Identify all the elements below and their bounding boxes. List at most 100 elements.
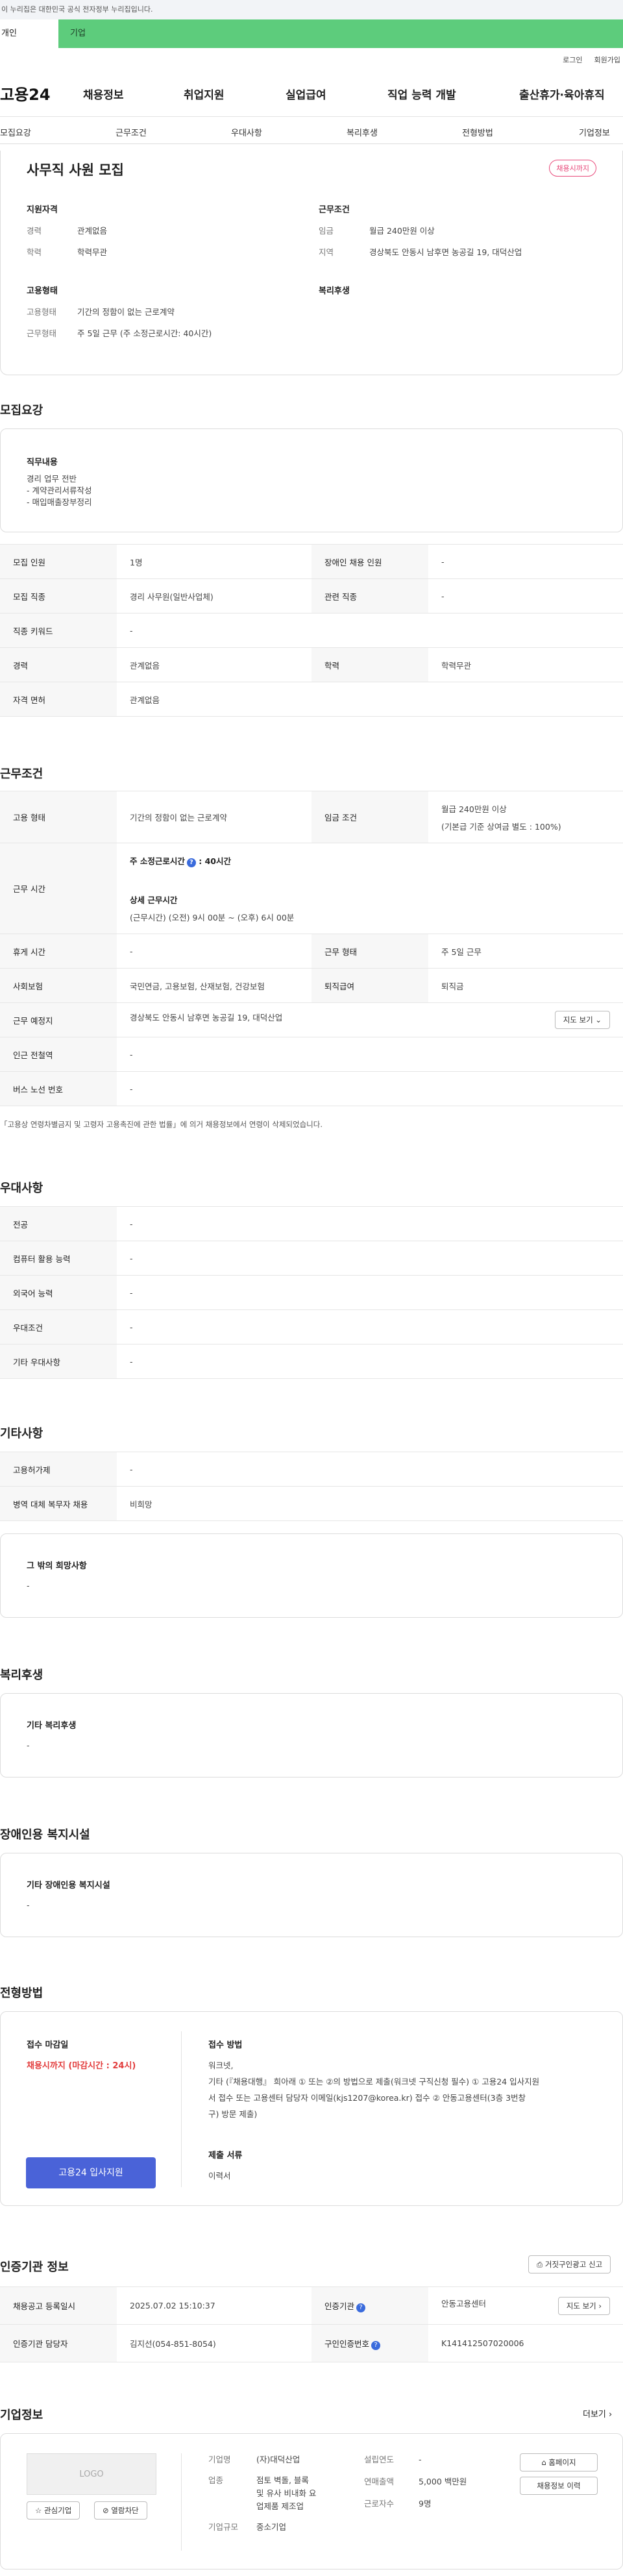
login-link[interactable]: 로그인	[563, 55, 582, 68]
more-link[interactable]: 더보기 ›	[583, 2407, 612, 2420]
wage-note: (기본급 기준 상여금 별도 : 100%)	[441, 821, 561, 832]
job-history-button[interactable]: 채용정보 이력	[520, 2477, 598, 2495]
work-conditions-heading: 근무조건	[319, 205, 350, 215]
anchor-selection[interactable]: 전형방법	[462, 126, 493, 138]
welfare-section-title: 복리후생	[0, 1668, 43, 1682]
pref-value: -	[117, 1275, 623, 1310]
question-icon[interactable]: ?	[186, 858, 196, 867]
mgr-value: 김지선(054-851-8054)	[117, 2324, 312, 2362]
block-view-button[interactable]: ⊘ 열람차단	[94, 2501, 147, 2520]
tab-company[interactable]: 기업	[58, 19, 623, 48]
anchor-conditions[interactable]: 근무조건	[116, 126, 147, 138]
insurance-key: 사회보험	[0, 968, 117, 1003]
nav-employment-support[interactable]: 취업지원	[184, 86, 225, 102]
related-value: -	[428, 578, 623, 613]
emp-value: 기간의 정함이 없는 근로계약	[117, 791, 312, 843]
keyword-value: -	[117, 613, 623, 648]
rest-value: -	[117, 934, 312, 969]
star-icon: ☆	[35, 2506, 42, 2515]
industry-line: 및 유사 비내화 요	[256, 2488, 317, 2498]
disab-value: -	[428, 544, 623, 579]
pref-key: 우대조건	[0, 1309, 117, 1344]
conditions-section-title: 근무조건	[0, 767, 43, 781]
disability-section-title: 장애인용 복지시설	[0, 1828, 90, 1842]
nav-parental-leave[interactable]: 출산휴가·육아휴직	[519, 86, 605, 102]
util-links: 로그인 회원가입	[0, 48, 623, 68]
recruit-section-title: 모집요강	[0, 404, 43, 417]
weekly-hours-value: : 40시간	[199, 856, 231, 866]
anchor-preference[interactable]: 우대사항	[231, 126, 262, 138]
welfare-box: 기타 복리후생 -	[0, 1693, 623, 1777]
top-tabs: 개인 기업	[0, 19, 623, 48]
company-section-title: 기업정보	[0, 2409, 43, 2422]
anchor-welfare[interactable]: 복리후생	[347, 126, 378, 138]
tab-individual[interactable]: 개인	[0, 19, 58, 48]
agency-map-button[interactable]: 지도 보기 ›	[557, 2296, 610, 2315]
company-box: LOGO ☆ 관심기업 ⊘ 열람차단 기업명 (자)대덕산업 업종 점토 벽돌, 블…	[0, 2433, 623, 2570]
preference-section-title: 우대사항	[0, 1182, 43, 1195]
signup-link[interactable]: 회원가입	[594, 55, 620, 68]
agency-table: 채용공고 등록일시 2025.07.02 15:10:37 인증기관? 안동고용…	[0, 2286, 623, 2362]
weekly-hours-label: 주 소정근로시간	[130, 856, 185, 866]
company-logo-placeholder: LOGO	[27, 2453, 156, 2495]
company-name-value: (자)대덕산업	[256, 2455, 300, 2464]
question-icon[interactable]: ?	[371, 2340, 381, 2350]
pref-key: 기타 우대사항	[0, 1344, 117, 1379]
wage-key: 임금	[319, 226, 334, 236]
apply-button[interactable]: 고용24 입사지원	[26, 2157, 156, 2188]
company-name-key: 기업명	[208, 2455, 231, 2464]
region-key: 지역	[319, 247, 334, 257]
pref-value: -	[117, 1309, 623, 1344]
method-heading: 접수 방법	[208, 2040, 243, 2050]
method-line: 서 접수 또는 고용센터 담당자 이메일(kjs1207@korea.kr) 접…	[208, 2093, 526, 2103]
chevron-right-icon: ›	[598, 2301, 602, 2310]
nav-unemployment-benefit[interactable]: 실업급여	[286, 86, 326, 102]
retirement-key: 퇴직급여	[312, 968, 428, 1003]
insurance-value: 국민연금, 고용보험, 산재보험, 건강보험	[117, 968, 312, 1003]
nav-jobs[interactable]: 채용정보	[83, 86, 124, 102]
retirement-value: 퇴직금	[428, 968, 623, 1003]
license-key: 자격 면허	[0, 682, 117, 717]
question-icon[interactable]: ?	[356, 2303, 366, 2312]
bus-value: -	[117, 1071, 623, 1106]
preference-table: 전공 - 컴퓨터 활용 능력 - 외국어 능력 - 우대조건 - 기타 우대사항 -	[0, 1206, 623, 1379]
license-value: 관계없음	[117, 682, 623, 717]
anchor-recruit[interactable]: 모집요강	[0, 126, 31, 138]
station-key: 인근 전철역	[0, 1037, 117, 1072]
org-value: 안동고용센터	[441, 2298, 487, 2309]
deadline-value: 채용시까지 (마감시간 : 24시)	[27, 2061, 136, 2071]
report-icon: ⎙	[537, 2260, 543, 2269]
other-key: 병역 대체 복무자 채용	[0, 1486, 117, 1521]
worktype-value: 주 5일 근무 (주 소정근로시간: 40시간)	[77, 328, 212, 338]
emp-type-heading: 고용형태	[27, 286, 58, 296]
global-nav: 고용24 채용정보 취업지원 실업급여 직업 능력 개발 출산휴가·육아휴직	[0, 68, 623, 117]
hope-heading: 그 밖의 희망사항	[27, 1561, 87, 1571]
welfare-heading: 기타 복리후생	[27, 1721, 77, 1731]
site-logo[interactable]: 고용24	[0, 82, 51, 105]
favorite-company-button[interactable]: ☆ 관심기업	[27, 2501, 80, 2520]
pref-key: 전공	[0, 1206, 117, 1241]
welfare-value: -	[27, 1740, 30, 1750]
pref-key: 외국어 능력	[0, 1275, 117, 1310]
career-key: 경력	[27, 226, 42, 236]
mgr-key: 인증기관 담당자	[0, 2324, 117, 2362]
employees-value: 9명	[419, 2499, 432, 2508]
size-key: 기업규모	[208, 2522, 239, 2532]
pref-value: -	[117, 1344, 623, 1379]
chevron-right-icon: ›	[609, 2410, 613, 2420]
nav-vocational-training[interactable]: 직업 능력 개발	[387, 86, 456, 102]
anchor-company[interactable]: 기업정보	[579, 126, 610, 138]
hope-box: 그 밖의 희망사항 -	[0, 1533, 623, 1618]
duty-line: - 계약관리서류작성	[27, 486, 92, 495]
count-value: 1명	[117, 544, 312, 579]
hours-key: 근무 시간	[0, 843, 117, 934]
duty-line: - 매입매출장부정리	[27, 497, 92, 507]
station-value: -	[117, 1037, 623, 1072]
sales-key: 연매출액	[364, 2477, 395, 2486]
edu-value: 학력무관	[77, 247, 108, 257]
place-key: 근무 예정지	[0, 1002, 117, 1037]
map-button[interactable]: 지도 보기 ⌄	[554, 1011, 610, 1029]
homepage-button[interactable]: ⌂ 홈페이지	[520, 2453, 598, 2471]
report-button[interactable]: ⎙ 거짓구인광고 신고	[528, 2255, 611, 2273]
org-key: 인증기관	[324, 2301, 355, 2311]
